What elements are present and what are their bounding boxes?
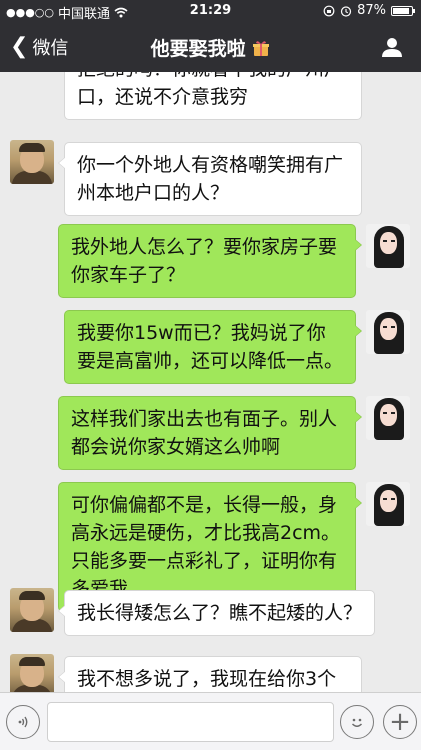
- message-bubble-left[interactable]: 我长得矮怎么了？瞧不起矮的人？: [57, 590, 376, 636]
- user-avatar[interactable]: [366, 310, 410, 354]
- chat-title: 他要娶我啦: [0, 34, 421, 61]
- message-bubble-left[interactable]: 你一个外地人有资格嘲笑拥有广州本地户口的人？: [58, 142, 362, 216]
- message-bubble-left[interactable]: 我不想多说了，我现在给你3个选择: [58, 656, 362, 692]
- message-bubble-right[interactable]: 这样我们家出去也有面子。别人都会说你家女婿这么帅啊: [58, 396, 362, 470]
- chat-title-text: 他要娶我啦: [150, 38, 246, 60]
- plus-icon: +: [389, 707, 411, 737]
- user-avatar[interactable]: [366, 482, 410, 526]
- voice-button[interactable]: [6, 705, 40, 739]
- message-bubble-right[interactable]: 我要你15w而已？我妈说了你要是高富帅，还可以降低一点。: [64, 310, 362, 384]
- rotation-lock-icon: [323, 5, 335, 16]
- user-avatar[interactable]: [366, 396, 410, 440]
- gift-emoji-icon: [253, 41, 270, 56]
- message-input[interactable]: [47, 702, 334, 742]
- contact-avatar[interactable]: [10, 654, 54, 692]
- emoji-icon: [351, 718, 363, 727]
- voice-icon: [18, 716, 28, 728]
- contact-avatar[interactable]: [10, 140, 54, 184]
- battery-percent: 87%: [357, 3, 386, 18]
- input-bar: +: [0, 692, 421, 750]
- message-bubble-left[interactable]: 拒绝的吗？你就看中我的广州户口，还说不介意我穷: [58, 72, 362, 120]
- battery-fill: [393, 7, 409, 14]
- user-avatar[interactable]: [366, 224, 410, 268]
- emoji-button[interactable]: [340, 705, 374, 739]
- battery-icon: [391, 5, 415, 16]
- chat-area[interactable]: 拒绝的吗？你就看中我的广州户口，还说不介意我穷 你一个外地人有资格嘲笑拥有广州本…: [0, 72, 421, 692]
- nav-bar: ❮ 微信 他要娶我啦: [0, 22, 421, 72]
- message-bubble-right[interactable]: 我外地人怎么了？要你家房子要你家车子了？: [58, 224, 362, 298]
- status-right: 87%: [323, 3, 415, 18]
- status-bar: ●●●○○ 中国联通 21:29 87%: [0, 0, 421, 22]
- contact-avatar[interactable]: [10, 588, 54, 632]
- alarm-icon: [340, 5, 352, 17]
- person-icon[interactable]: [381, 36, 403, 58]
- plus-button[interactable]: +: [383, 705, 417, 739]
